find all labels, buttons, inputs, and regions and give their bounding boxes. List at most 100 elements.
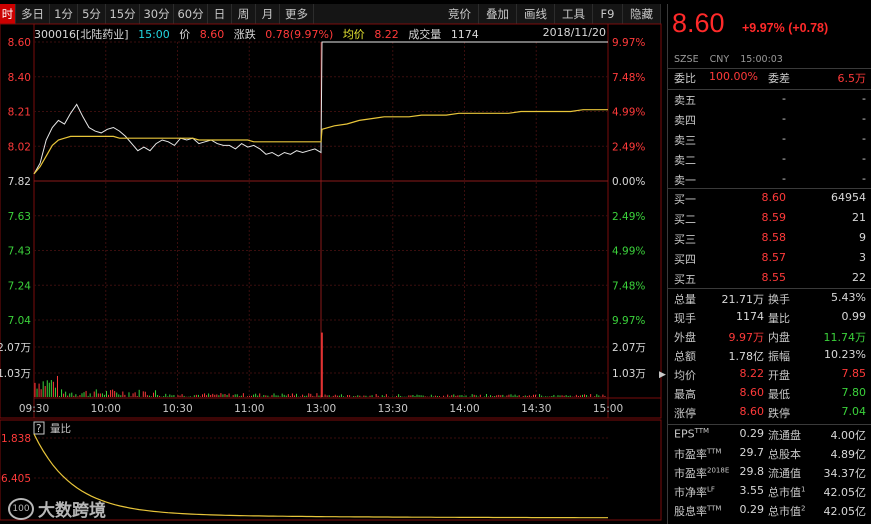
stat-row-0: 总量 21.71万 换手 5.43% bbox=[668, 291, 871, 310]
exchange: SZSE bbox=[674, 54, 699, 65]
stat-label-2: 跌停 bbox=[768, 407, 790, 420]
stat-value-2: 7.85 bbox=[841, 367, 867, 380]
y-price-tick-4: 7.82 bbox=[8, 176, 31, 188]
fund-value-1: 29.7 bbox=[739, 446, 765, 459]
stat-row-3: 总额 1.78亿 振幅 10.23% bbox=[668, 348, 871, 367]
ask-vol: - bbox=[862, 172, 866, 185]
bid-label: 买一 bbox=[674, 193, 696, 206]
volratio-question-icon: ? bbox=[36, 423, 42, 435]
fund-label-text: 市盈率 bbox=[674, 448, 707, 461]
expand-arrow-icon[interactable]: ▶ bbox=[659, 370, 666, 380]
weicha-label: 委差 bbox=[768, 72, 790, 85]
stat-value-1: 8.22 bbox=[739, 367, 765, 380]
fund-row-2: 市盈率2018E 29.8 流通值 34.37亿 bbox=[668, 465, 871, 484]
fund-label2-text: 总市值 bbox=[768, 486, 801, 499]
intraday-chart[interactable]: 8.60 9.97% 8.40 7.48% 8.21 4.99% 8.02 2.49% 7.82… bbox=[0, 0, 662, 524]
bid-price: 8.59 bbox=[761, 211, 787, 224]
x-tick-1: 10:00 bbox=[91, 403, 121, 415]
fund-value-2: 42.05亿 bbox=[823, 505, 867, 518]
fund-label2-text: 总股本 bbox=[768, 448, 801, 461]
stat-label-2: 换手 bbox=[768, 293, 790, 306]
fund-label-1: 市盈率2018E bbox=[674, 465, 729, 481]
ask-row-2: 卖三 - - bbox=[668, 132, 871, 151]
ask-vol: - bbox=[862, 132, 866, 145]
bid-label: 买三 bbox=[674, 233, 696, 246]
x-tick-8: 15:00 bbox=[593, 403, 623, 415]
fund-value-1: 29.8 bbox=[739, 465, 765, 478]
stat-value-1: 9.97万 bbox=[728, 331, 765, 344]
fund-label-1: EPSTTM bbox=[674, 427, 709, 441]
volratio-tick-0: 1.838 bbox=[1, 433, 31, 445]
fund-label2-text: 流通值 bbox=[768, 467, 801, 480]
ask-label: 卖三 bbox=[674, 134, 696, 147]
exchange-line: SZSE CNY 15:00:03 bbox=[674, 54, 791, 65]
ask-label: 卖四 bbox=[674, 114, 696, 127]
fund-label-2: 总市值2 bbox=[768, 503, 805, 519]
stat-value-1: 8.60 bbox=[739, 386, 765, 399]
stat-label-2: 最低 bbox=[768, 388, 790, 401]
stat-label-2: 振幅 bbox=[768, 350, 790, 363]
stat-row-6: 涨停 8.60 跌停 7.04 bbox=[668, 405, 871, 424]
ask-price: - bbox=[782, 172, 786, 185]
vol-tick-right-1: 1.03万 bbox=[612, 368, 646, 380]
fund-label-2: 总股本 bbox=[768, 446, 801, 462]
x-tick-5: 13:30 bbox=[378, 403, 408, 415]
bid-row-0: 买一 8.60 64954 bbox=[668, 191, 871, 210]
stat-row-2: 外盘 9.97万 内盘 11.74万 bbox=[668, 329, 871, 348]
logo-text: 大数跨境 bbox=[38, 501, 106, 521]
x-tick-7: 14:30 bbox=[521, 403, 551, 415]
y-pct-tick-5: 2.49% bbox=[612, 211, 645, 223]
stat-row-1: 现手 1174 量比 0.99 bbox=[668, 310, 871, 329]
stat-value-1: 1174 bbox=[736, 310, 764, 323]
bid-label: 买四 bbox=[674, 253, 696, 266]
y-pct-tick-0: 9.97% bbox=[612, 37, 645, 49]
ask-row-3: 卖二 - - bbox=[668, 152, 871, 171]
stat-label-1: 涨停 bbox=[674, 407, 696, 420]
y-price-tick-8: 7.04 bbox=[8, 315, 32, 327]
stat-value-1: 8.60 bbox=[739, 405, 765, 418]
y-pct-tick-2: 4.99% bbox=[612, 107, 645, 119]
fund-label-1: 股息率TTM bbox=[674, 503, 721, 519]
stat-label-1: 总额 bbox=[674, 350, 696, 363]
stat-row-5: 最高 8.60 最低 7.80 bbox=[668, 386, 871, 405]
stat-label-1: 均价 bbox=[674, 369, 696, 382]
fund-label-2: 流通值 bbox=[768, 465, 801, 481]
fund-label-text: 股息率 bbox=[674, 505, 707, 518]
currency: CNY bbox=[709, 54, 730, 65]
stat-label-2: 开盘 bbox=[768, 369, 790, 382]
fund-row-0: EPSTTM 0.29 流通盘 4.00亿 bbox=[668, 427, 871, 446]
ask-label: 卖二 bbox=[674, 154, 696, 167]
y-price-tick-5: 7.63 bbox=[8, 211, 31, 223]
volratio-line bbox=[33, 433, 608, 519]
ask-price: - bbox=[782, 112, 786, 125]
panel-sep-4 bbox=[668, 424, 871, 425]
ask-price: - bbox=[782, 132, 786, 145]
y-price-tick-6: 7.43 bbox=[8, 246, 31, 258]
bid-vol: 9 bbox=[859, 231, 866, 244]
stat-value-2: 11.74万 bbox=[823, 331, 867, 344]
x-tick-2: 10:30 bbox=[162, 403, 192, 415]
y-price-tick-0: 8.60 bbox=[8, 37, 31, 49]
y-price-tick-7: 7.24 bbox=[8, 280, 32, 292]
fund-label-2: 总市值1 bbox=[768, 484, 805, 500]
fund-label-1: 市盈率TTM bbox=[674, 446, 721, 462]
y-pct-tick-4: 0.00% bbox=[612, 176, 645, 188]
fund-label-sup: 2018E bbox=[707, 466, 730, 475]
stat-value-2: 0.99 bbox=[841, 310, 867, 323]
weibi-value: 100.00% bbox=[709, 70, 758, 83]
quote-panel: 8.60 +9.97% (+0.78) SZSE CNY 15:00:03 委比… bbox=[667, 4, 871, 524]
logo-mark-icon: 100 bbox=[8, 497, 34, 520]
volratio-tick-1: 6.405 bbox=[1, 473, 31, 485]
ask-vol: - bbox=[862, 152, 866, 165]
ask-row-0: 卖五 - - bbox=[668, 92, 871, 111]
stat-row-4: 均价 8.22 开盘 7.85 bbox=[668, 367, 871, 386]
bid-price: 8.58 bbox=[761, 231, 787, 244]
x-tick-6: 14:00 bbox=[449, 403, 479, 415]
fund-label-text: 市盈率 bbox=[674, 467, 707, 480]
fund-label-sup: TTM bbox=[707, 447, 722, 456]
panel-sep-3 bbox=[668, 288, 871, 289]
stat-value-1: 21.71万 bbox=[721, 293, 765, 306]
bid-price: 8.57 bbox=[761, 251, 787, 264]
weibi-row: 委比 100.00% 委差 6.5万 bbox=[668, 70, 871, 89]
panel-change: +9.97% (+0.78) bbox=[742, 21, 829, 35]
